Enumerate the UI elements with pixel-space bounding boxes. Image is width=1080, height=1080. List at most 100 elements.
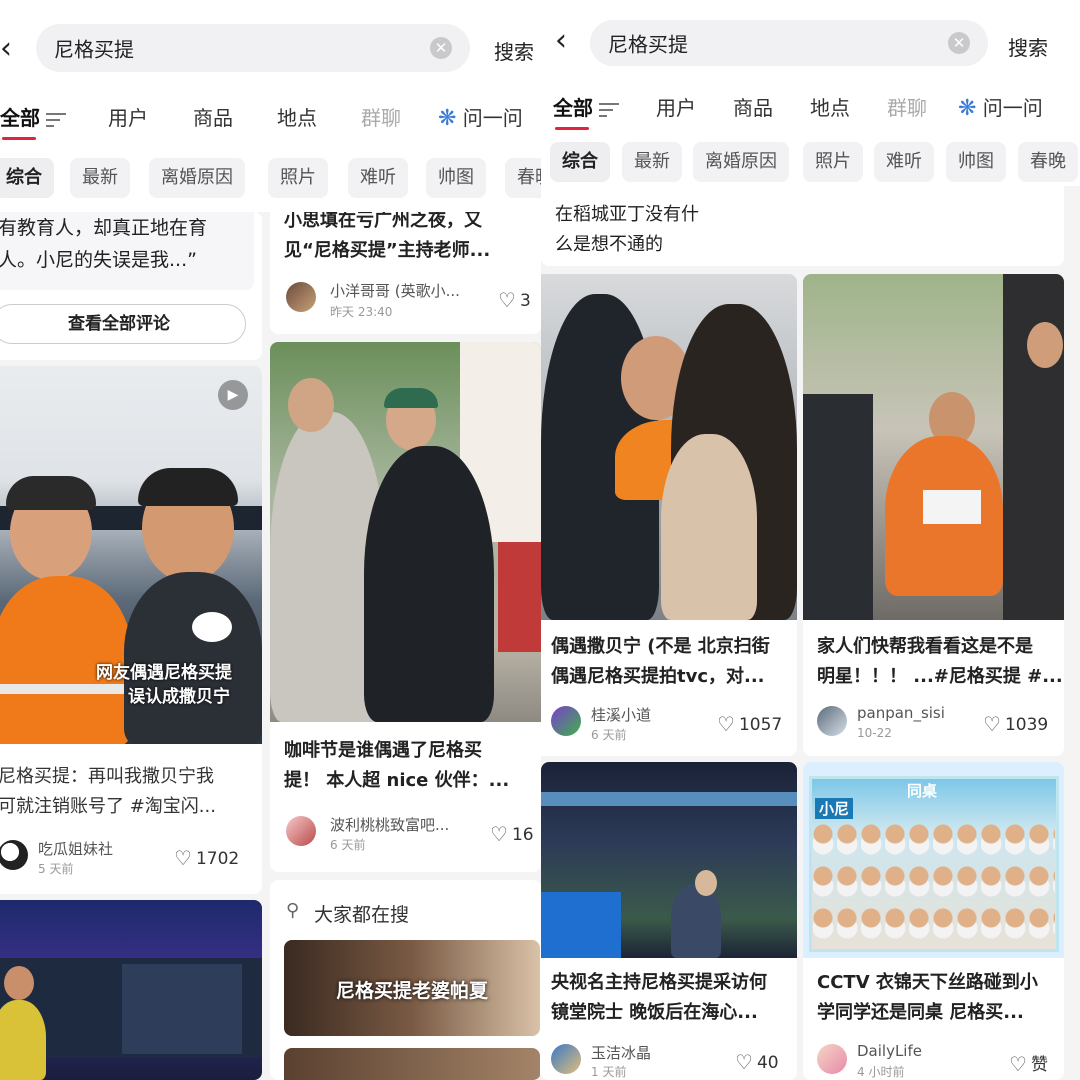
- title-line: 镜堂院士 晚饭后在海心...: [551, 1002, 758, 1023]
- tab-all[interactable]: 全部: [0, 102, 66, 140]
- title-line: 偶遇尼格买提拍tvc，对...: [551, 666, 765, 687]
- chip-divorce-reason[interactable]: 离婚原因: [149, 158, 245, 198]
- brand-logo-icon: [192, 612, 232, 642]
- tab-users[interactable]: 用户: [108, 102, 148, 131]
- tab-places[interactable]: 地点: [277, 102, 317, 131]
- note-photo[interactable]: [0, 900, 262, 1080]
- search-button[interactable]: 搜索: [1008, 32, 1048, 61]
- author-name[interactable]: 小洋哥哥 (英歌小...: [330, 280, 490, 301]
- tab-places[interactable]: 地点: [810, 92, 850, 121]
- search-input[interactable]: 尼格买提 ✕: [36, 24, 470, 72]
- chip-unpleasant[interactable]: 难听: [874, 142, 934, 182]
- tab-underline: [2, 137, 36, 140]
- note-card[interactable]: 小尼 同桌 CCTV 衣锦天下丝路碰到小 学同学还是同桌 尼格买... Dail…: [803, 762, 1064, 1080]
- chip-photos[interactable]: 照片: [803, 142, 863, 182]
- author-name[interactable]: 桂溪小道: [591, 704, 651, 725]
- search-input[interactable]: 尼格买提 ✕: [590, 20, 988, 66]
- tab-groups[interactable]: 群聊: [361, 102, 401, 131]
- title-line: 可就注销账号了 #淘宝闪...: [0, 796, 216, 817]
- avatar[interactable]: [817, 706, 847, 736]
- author-name[interactable]: 波利桃桃致富吧...: [330, 814, 480, 835]
- photo-detail: [122, 964, 242, 1054]
- avatar[interactable]: [286, 816, 316, 846]
- like-count[interactable]: ♡ 40: [735, 1050, 779, 1074]
- chip-photos[interactable]: 照片: [268, 158, 328, 198]
- like-count[interactable]: ♡ 1702: [174, 846, 239, 870]
- overlay-text: 小尼: [815, 798, 854, 819]
- note-photo[interactable]: [541, 762, 797, 958]
- tab-ask[interactable]: ❋ 问一问: [438, 102, 523, 131]
- chip-unpleasant[interactable]: 难听: [348, 158, 408, 198]
- clear-icon[interactable]: ✕: [948, 32, 970, 54]
- avatar[interactable]: [286, 282, 316, 312]
- tab-users[interactable]: 用户: [656, 92, 696, 121]
- trending-item[interactable]: [284, 1048, 540, 1080]
- tab-all[interactable]: 全部: [553, 92, 619, 130]
- note-photo[interactable]: 小尼 同桌: [803, 762, 1064, 958]
- filter-icon[interactable]: [599, 102, 619, 117]
- note-card[interactable]: 咖啡节是谁偶遇了尼格买 提！ 本人超 nice 伙伴：... 波利桃桃致富吧..…: [270, 342, 541, 872]
- note-title: 在稻城亚丁没有什 么是想不通的: [555, 200, 855, 260]
- note-photo[interactable]: [270, 342, 541, 722]
- chip-latest[interactable]: 最新: [622, 142, 682, 182]
- avatar[interactable]: [0, 840, 28, 870]
- note-card-top[interactable]: 小思填在亏广州之夜，又 见“尼格买提”主持老师... 小洋哥哥 (英歌小... …: [270, 212, 541, 334]
- avatar[interactable]: [551, 706, 581, 736]
- heart-icon: ♡: [490, 822, 508, 846]
- author-name[interactable]: DailyLife: [857, 1042, 922, 1060]
- like-count[interactable]: ♡ 3: [498, 288, 531, 312]
- filter-icon[interactable]: [46, 112, 66, 127]
- note-card[interactable]: 家人们快帮我看看这是不是 明星！！！ ...#尼格买提 #... panpan_…: [803, 274, 1064, 756]
- title-line: 尼格买提：再叫我撒贝宁我: [0, 766, 214, 787]
- chip-handsome[interactable]: 帅图: [426, 158, 486, 198]
- chip-spring-gala[interactable]: 春晚: [1018, 142, 1078, 182]
- note-photo[interactable]: [541, 274, 797, 620]
- chip-handsome[interactable]: 帅图: [946, 142, 1006, 182]
- note-photo[interactable]: ▶ 网友偶遇尼格买提 误认成撒贝宁: [0, 366, 262, 744]
- category-tabs: 全部 用户 商品 地点 群聊 ❋ 问一问: [541, 92, 1080, 130]
- chip-divorce-reason[interactable]: 离婚原因: [693, 142, 789, 182]
- note-card[interactable]: 偶遇撒贝宁 (不是 北京扫街 偶遇尼格买提拍tvc，对... 桂溪小道 6 天前…: [541, 274, 797, 756]
- photo-detail: [661, 434, 757, 620]
- chip-latest[interactable]: 最新: [70, 158, 130, 198]
- view-all-comments-button[interactable]: 查看全部评论: [0, 304, 246, 344]
- tab-products[interactable]: 商品: [193, 102, 233, 131]
- tab-ask[interactable]: ❋ 问一问: [958, 92, 1043, 121]
- comment-line: 有教育人，却真正地在育: [0, 217, 208, 239]
- author-name[interactable]: panpan_sisi: [857, 704, 945, 722]
- photo-detail: [498, 542, 541, 652]
- like-number: 1039: [1004, 715, 1049, 735]
- author-name[interactable]: 玉洁冰晶: [591, 1042, 651, 1063]
- back-icon[interactable]: ‹: [0, 34, 12, 64]
- tab-products[interactable]: 商品: [733, 92, 773, 121]
- chip-general[interactable]: 综合: [550, 142, 610, 182]
- tab-label: 问一问: [982, 96, 1043, 120]
- avatar[interactable]: [817, 1044, 847, 1074]
- clear-icon[interactable]: ✕: [430, 37, 452, 59]
- note-card-top[interactable]: 在稻城亚丁没有什 么是想不通的: [541, 186, 1064, 266]
- search-header: ‹ 尼格买提 ✕ 搜索 全部 用户 商品 地点 群聊 ❋ 问一问 综合 最新 离…: [0, 0, 541, 212]
- note-photo[interactable]: [803, 274, 1064, 620]
- photo-detail: [138, 468, 238, 506]
- back-icon[interactable]: ‹: [555, 26, 567, 56]
- trending-item[interactable]: 尼格买提老婆帕夏: [284, 940, 540, 1036]
- note-card[interactable]: ▶ 网友偶遇尼格买提 误认成撒贝宁 尼格买提：再叫我撒贝宁我 可就注销账号了 #…: [0, 366, 262, 894]
- chip-spring-gala[interactable]: 春晚: [505, 158, 541, 198]
- overlay-text: 同桌: [907, 782, 938, 800]
- avatar[interactable]: [551, 1044, 581, 1074]
- search-button[interactable]: 搜索: [494, 36, 534, 65]
- tab-groups[interactable]: 群聊: [887, 92, 927, 121]
- note-card[interactable]: 央视名主持尼格买提采访何 镜堂院士 晚饭后在海心... 玉洁冰晶 1 天前 ♡ 4…: [541, 762, 797, 1080]
- like-count[interactable]: ♡ 1057: [717, 712, 782, 736]
- note-title: 偶遇撒贝宁 (不是 北京扫街 偶遇尼格买提拍tvc，对...: [551, 632, 797, 692]
- heart-icon: ♡: [498, 288, 516, 312]
- play-icon[interactable]: ▶: [218, 380, 248, 410]
- like-count[interactable]: ♡ 16: [490, 822, 534, 846]
- like-count[interactable]: ♡ 赞: [1009, 1050, 1048, 1076]
- note-title: 小思填在亏广州之夜，又 见“尼格买提”主持老师...: [284, 212, 541, 266]
- like-count[interactable]: ♡ 1039: [983, 712, 1048, 736]
- chip-general[interactable]: 综合: [0, 158, 54, 198]
- note-card[interactable]: [0, 900, 262, 1080]
- note-title: 家人们快帮我看看这是不是 明星！！！ ...#尼格买提 #...: [817, 632, 1063, 692]
- author-name[interactable]: 吃瓜姐妹社: [38, 838, 113, 859]
